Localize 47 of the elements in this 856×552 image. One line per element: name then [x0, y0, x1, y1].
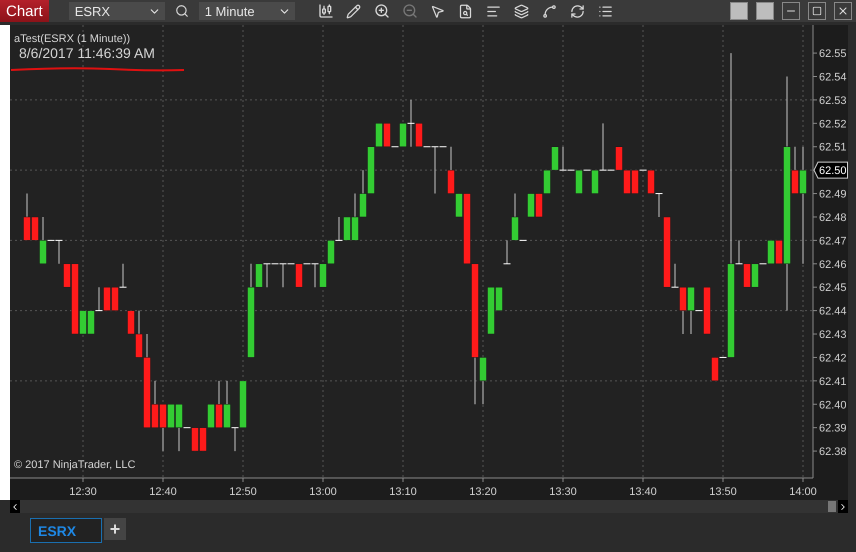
chart-title-button[interactable]: Chart	[0, 0, 49, 22]
interval-dropdown[interactable]: 1 Minute	[198, 2, 295, 20]
price-axis-label: 62.52	[819, 118, 847, 130]
current-price-tag: 62.50	[813, 162, 848, 179]
price-axis-label: 62.41	[819, 376, 847, 388]
price-axis-label: 62.39	[819, 422, 847, 435]
price-axis-label: 62.49	[819, 188, 847, 201]
timestamp-text: 8/6/2017 11:46:39 AM	[19, 45, 155, 61]
price-axis-label: 62.53	[819, 94, 847, 107]
time-axis-label: 13:20	[469, 486, 497, 498]
price-axis-label: 62.38	[819, 446, 847, 458]
price-axis-label: 62.40	[819, 399, 847, 412]
time-axis-label: 13:30	[549, 486, 577, 498]
price-axis-label: 62.46	[819, 258, 847, 271]
time-axis-label: 12:40	[149, 486, 177, 498]
time-axis-label: 13:10	[389, 486, 417, 498]
time-axis-label: 12:30	[69, 486, 97, 498]
indicator-label: aTest(ESRX (1 Minute))	[14, 33, 130, 45]
copyright-text: © 2017 NinjaTrader, LLC	[14, 459, 136, 471]
scroll-thumb[interactable]	[828, 501, 836, 512]
time-axis-label: 13:50	[709, 486, 737, 498]
window-tile-button[interactable]	[756, 2, 774, 20]
maximize-button[interactable]	[808, 2, 826, 20]
price-axis-label: 62.51	[819, 142, 847, 154]
price-axis-label: 62.42	[819, 352, 847, 364]
price-axis-label: 62.45	[819, 282, 847, 294]
time-axis-label: 14:00	[789, 486, 817, 498]
close-button[interactable]	[834, 2, 852, 20]
chart-tab[interactable]: ESRX	[30, 518, 102, 543]
time-axis-label: 13:00	[309, 486, 337, 498]
close-icon	[837, 5, 849, 17]
instrument-dropdown[interactable]: ESRX	[68, 2, 165, 20]
price-axis-label: 62.43	[819, 329, 847, 342]
time-axis-label: 12:50	[229, 486, 257, 498]
price-axis-label: 62.55	[819, 48, 847, 60]
minimize-button[interactable]	[782, 2, 800, 20]
price-axis-label: 62.48	[819, 212, 847, 224]
price-axis-label: 62.44	[819, 306, 847, 318]
price-axis-label: 62.47	[819, 235, 847, 248]
add-tab-button[interactable]: +	[104, 518, 126, 540]
time-axis-label: 13:40	[629, 486, 657, 498]
scroll-right-icon[interactable]	[838, 500, 848, 513]
horizontal-scrollbar[interactable]	[10, 500, 848, 513]
scroll-left-icon[interactable]	[10, 500, 20, 513]
price-axis-label: 62.54	[819, 72, 847, 84]
window-tile-button[interactable]	[730, 2, 748, 20]
maximize-icon	[812, 6, 822, 16]
